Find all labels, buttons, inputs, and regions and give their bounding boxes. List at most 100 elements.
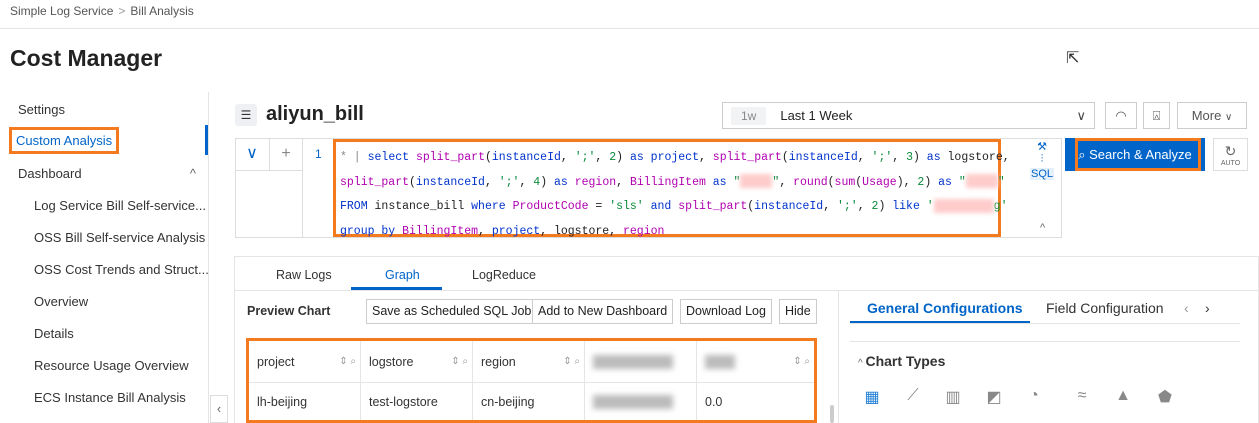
chevron-up-icon[interactable]: ^ [1040,222,1045,234]
tab-general-configurations[interactable]: General Configurations [867,300,1023,316]
sidebar-item-oss-bill[interactable]: OSS Bill Self-service Analysis [34,230,205,245]
sql-badge[interactable]: SQL [1030,168,1054,180]
sort-search-icon[interactable]: ⇕ ⌕ [563,356,580,367]
divider [235,290,1259,291]
add-to-dashboard-button[interactable]: Add to New Dashboard [532,299,674,324]
divider [850,323,1240,324]
table-chart-icon[interactable]: ▦ [862,387,882,407]
database-icon: ☰ [235,104,257,126]
table-cell: cn-beijing [473,383,585,420]
sidebar-active-indicator [205,125,208,155]
sidebar-item-ecs-bill[interactable]: ECS Instance Bill Analysis [34,390,186,405]
chevron-up-icon: ^ [189,166,196,181]
hide-button[interactable]: Hide [779,299,817,324]
radar-chart-icon[interactable]: ⬟ [1155,387,1175,407]
column-header-logstore[interactable]: logstore ⇕ ⌕ [361,341,473,383]
collapse-sidebar-button[interactable]: ‹ [210,395,228,423]
highlight-box [1075,138,1201,171]
time-range-picker[interactable]: 1w Last 1 Week ∨ [722,102,1095,129]
divider [838,291,839,423]
header-label: project [257,354,295,369]
alert-button[interactable]: ⍓ [1143,102,1170,129]
tab-graph[interactable]: Graph [385,268,420,282]
auto-label: AUTO [1220,160,1241,167]
header-label: region [481,354,516,369]
plus-icon: + [281,145,291,162]
sidebar-item-custom-analysis[interactable]: Custom Analysis [8,127,120,154]
logstore-name: aliyun_bill [266,103,364,125]
divider [850,341,1240,342]
redacted-text [593,394,673,409]
more-label: More [1191,108,1222,123]
preview-chart-title: Preview Chart [247,304,331,318]
tab-logreduce[interactable]: LogReduce [472,268,536,282]
bell-icon: ⍓ [1152,108,1161,123]
redacted-text [705,354,735,369]
table-cell: 0.0 [705,394,723,409]
redacted-text [593,354,673,369]
table-row: lh-beijing test-logstore cn-beijing 0.0 [249,383,814,420]
add-button[interactable]: + [270,138,303,171]
gauge-button[interactable]: ◠ [1105,102,1137,129]
sidebar-item-label: Dashboard [18,166,82,181]
time-range-label: Last 1 Week [780,108,853,123]
sort-search-icon[interactable]: ⇕ ⌕ [793,356,810,367]
chevron-left-icon[interactable]: ‹ [1184,300,1189,316]
divider [0,28,1259,29]
settings-sliders-icon[interactable]: ⫶ [1030,153,1054,166]
save-scheduled-sql-button[interactable]: Save as Scheduled SQL Job [366,299,538,324]
download-log-button[interactable]: Download Log [680,299,772,324]
sidebar-border [208,92,209,423]
results-table: project ⇕ ⌕ logstore ⇕ ⌕ region ⇕ ⌕ ⇕ ⌕ lh-… [246,338,817,423]
sidebar-item-settings[interactable]: Settings [18,102,65,117]
breadcrumb-separator: > [118,4,126,18]
sidebar-item-dashboard[interactable]: Dashboard ^ [18,166,196,181]
chart-types-section[interactable]: ^ Chart Types [858,353,945,369]
sql-query-input[interactable]: * | select split_part(instanceId, ';', 2… [333,139,1010,238]
pie-chart-icon[interactable]: ◔ [1024,387,1044,407]
line-number: 1 [315,147,322,161]
table-header: project ⇕ ⌕ logstore ⇕ ⌕ region ⇕ ⌕ ⇕ ⌕ [249,341,814,383]
column-header-region[interactable]: region ⇕ ⌕ [473,341,585,383]
chevron-right-icon[interactable]: › [1205,300,1210,316]
more-button[interactable]: More ∨ [1177,102,1247,129]
column-header-redacted[interactable] [585,341,697,383]
auto-refresh-button[interactable]: ↻ AUTO [1213,138,1248,171]
mouse-cursor-icon: ⇱ [1066,50,1080,67]
sidebar-item-details[interactable]: Details [34,326,74,341]
tab-raw-logs[interactable]: Raw Logs [276,268,332,282]
page-title: Cost Manager [10,45,163,71]
gauge-icon: ◠ [1115,108,1127,123]
sidebar-item-oss-cost-trends[interactable]: OSS Cost Trends and Struct... [34,262,209,277]
tab-field-configuration[interactable]: Field Configuration [1046,300,1164,316]
header-label: logstore [369,354,414,369]
chevron-down-icon: ∨ [1224,112,1233,123]
chevron-down-icon: ∨ [246,145,258,162]
time-quick-label: 1w [731,106,767,125]
column-header-redacted[interactable]: ⇕ ⌕ [697,341,814,383]
expand-button[interactable]: ∨ [235,138,270,171]
bar-chart-icon[interactable]: ▥ [943,387,963,407]
breadcrumb: Simple Log Service > Bill Analysis [10,4,194,18]
sidebar-item-overview[interactable]: Overview [34,294,88,309]
breadcrumb-item[interactable]: Bill Analysis [130,4,193,18]
histogram-icon[interactable]: ▲ [1113,387,1133,407]
single-value-icon[interactable]: ≈ [1072,387,1092,407]
sidebar-item-log-service-bill[interactable]: Log Service Bill Self-service... [34,198,206,213]
table-cell [585,383,697,420]
area-chart-icon[interactable]: ◩ [984,387,1004,407]
chart-types-label: Chart Types [865,353,946,369]
refresh-icon: ↻ [1224,143,1237,159]
sort-search-icon[interactable]: ⇕ ⌕ [339,356,356,367]
scrollbar[interactable] [830,405,834,423]
sort-search-icon[interactable]: ⇕ ⌕ [451,356,468,367]
line-chart-icon[interactable]: ⟋ [903,387,923,407]
sidebar-item-resource-usage[interactable]: Resource Usage Overview [34,358,189,373]
column-header-project[interactable]: project ⇕ ⌕ [249,341,361,383]
editor-gutter [235,171,303,238]
chevron-down-icon: ∨ [1076,107,1086,123]
table-cell: test-logstore [361,383,473,420]
breadcrumb-item[interactable]: Simple Log Service [10,4,113,18]
sql-tools: ⚒ ⫶ SQL [1030,140,1054,180]
format-icon[interactable]: ⚒ [1030,140,1054,153]
